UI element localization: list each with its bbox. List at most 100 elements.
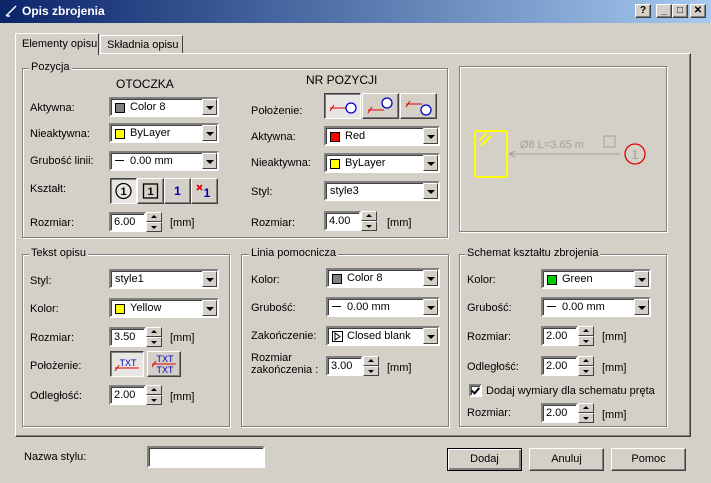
schemat-rozmiar2-input[interactable]: 2.00 (541, 403, 578, 423)
unit-label: [mm] (170, 391, 195, 403)
schemat-odleglosc-spinner[interactable] (578, 356, 594, 376)
schemat-grubosc-label: Grubość: (467, 302, 512, 314)
chevron-down-icon[interactable] (202, 153, 217, 169)
schemat-grubosc-select[interactable]: 0.00 mm (541, 297, 651, 317)
otoczka-nieaktywna-label: Nieaktywna: (30, 128, 90, 140)
rozmiar-zakonczenia-input[interactable]: 3.00 (326, 356, 363, 376)
line-weight-icon (115, 160, 124, 161)
otoczka-rozmiar-spinner[interactable] (146, 212, 162, 232)
text-position-split-button[interactable]: TXT TXT (147, 351, 181, 377)
grubosc-linii-label: Grubość linii: (30, 155, 94, 167)
nazwa-stylu-input[interactable] (147, 446, 265, 468)
shape-square-button[interactable]: 1 (137, 178, 164, 204)
dodaj-button[interactable]: Dodaj (447, 448, 522, 471)
tekst-odleglosc-input[interactable]: 2.00 (109, 385, 146, 405)
grubosc-linii-select[interactable]: 0.00 mm (109, 151, 219, 171)
app-icon (5, 5, 17, 17)
schemat-rozmiar2-spinner[interactable] (578, 403, 594, 423)
svg-text:TXT: TXT (157, 365, 175, 375)
chevron-down-icon[interactable] (423, 155, 438, 171)
shape-circle-button[interactable]: 1 (110, 178, 137, 204)
tab-skladnia-opisu[interactable]: Składnia opisu (100, 35, 183, 54)
chevron-down-icon[interactable] (423, 270, 438, 286)
position-left-button[interactable] (324, 93, 361, 119)
chevron-down-icon[interactable] (634, 271, 649, 287)
schemat-rozmiar-spinner[interactable] (578, 326, 594, 346)
chevron-down-icon[interactable] (423, 128, 438, 144)
otoczka-rozmiar-input[interactable]: 6.00 (109, 212, 146, 232)
text-position-inline-button[interactable]: TXT (110, 351, 144, 377)
chevron-down-icon[interactable] (423, 183, 438, 199)
tekst-odleglosc-spinner[interactable] (146, 385, 162, 405)
zakonczenie-label: Zakończenie: (251, 330, 317, 342)
color-swatch (547, 275, 557, 285)
shape-hidden-button[interactable]: 1 (191, 178, 218, 204)
svg-text:TXT: TXT (120, 358, 138, 368)
otoczka-heading: OTOCZKA (116, 77, 174, 91)
minimize-button[interactable]: _ (656, 4, 672, 18)
chevron-down-icon[interactable] (202, 271, 217, 287)
tekst-rozmiar-input[interactable]: 3.50 (109, 327, 146, 347)
tekst-kolor-select[interactable]: Yellow (109, 298, 219, 318)
tekst-rozmiar-spinner[interactable] (146, 327, 162, 347)
help-button[interactable]: ? (635, 4, 651, 18)
chevron-down-icon[interactable] (634, 299, 649, 315)
tekst-styl-select[interactable]: style1 (109, 269, 219, 289)
preview-number: 1 (631, 147, 638, 162)
rebar-preview: Ø8 L=3.65 m 1 (474, 130, 646, 178)
otoczka-aktywna-select[interactable]: Color 8 (109, 97, 219, 117)
schemat-odleglosc-label: Odległość: (467, 361, 519, 373)
nr-nieaktywna-label: Nieaktywna: (251, 157, 311, 169)
color-swatch (332, 274, 342, 284)
chevron-down-icon[interactable] (202, 300, 217, 316)
line-weight-icon (332, 306, 341, 307)
chevron-down-icon[interactable] (423, 299, 438, 315)
schemat-rozmiar-input[interactable]: 2.00 (541, 326, 578, 346)
shape-none-button[interactable]: 1 (164, 178, 191, 204)
rozmiar-zakonczenia-label-2: zakończenia : (251, 364, 319, 376)
nr-rozmiar-input[interactable]: 4.00 (324, 211, 361, 231)
chevron-down-icon[interactable] (202, 99, 217, 115)
otoczka-aktywna-label: Aktywna: (30, 102, 75, 114)
anuluj-button[interactable]: Anuluj (529, 448, 604, 471)
group-title-tekst-opisu: Tekst opisu (29, 247, 89, 259)
nr-nieaktywna-select[interactable]: ByLayer (324, 153, 440, 173)
group-title-schemat: Schemat kształtu zbrojenia (465, 247, 601, 259)
tekst-styl-label: Styl: (30, 275, 52, 287)
schemat-kolor-select[interactable]: Green (541, 269, 651, 289)
position-up-button[interactable] (362, 93, 399, 119)
nr-rozmiar-spinner[interactable] (361, 211, 377, 231)
pomoc-button[interactable]: Pomoc (611, 448, 686, 471)
linia-grubosc-select[interactable]: 0.00 mm (326, 297, 440, 317)
dodaj-wymiary-label[interactable]: Dodaj wymiary dla schematu pręta (486, 385, 655, 397)
tab-elementy-opisu[interactable]: Elementy opisu (15, 33, 99, 55)
otoczka-nieaktywna-select[interactable]: ByLayer (109, 123, 219, 143)
chevron-down-icon[interactable] (423, 328, 438, 344)
svg-text:1: 1 (147, 186, 153, 198)
svg-text:1: 1 (120, 186, 126, 198)
maximize-button[interactable]: □ (672, 4, 688, 18)
nr-aktywna-select[interactable]: Red (324, 126, 440, 146)
position-down-button[interactable] (400, 93, 437, 119)
nr-aktywna-label: Aktywna: (251, 131, 296, 143)
color-swatch (330, 159, 340, 169)
rozmiar-zakonczenia-label-1: Rozmiar (251, 352, 292, 364)
leader-left-icon (329, 102, 357, 114)
rozmiar-zakonczenia-spinner[interactable] (363, 356, 379, 376)
schemat-rozmiar2-label: Rozmiar: (467, 407, 512, 419)
schemat-odleglosc-input[interactable]: 2.00 (541, 356, 578, 376)
close-button[interactable]: ✕ (690, 4, 706, 18)
zakonczenie-select[interactable]: Closed blank (326, 326, 440, 346)
leader-up-icon (367, 97, 393, 114)
preview-label-text: Ø8 L=3.65 m (520, 139, 584, 151)
chevron-down-icon[interactable] (202, 125, 217, 141)
no-shape-icon: 1 (196, 184, 211, 200)
unit-label: [mm] (170, 217, 195, 229)
nr-rozmiar-label: Rozmiar: (251, 217, 296, 229)
dodaj-wymiary-checkbox[interactable] (469, 384, 482, 397)
nr-pozycji-heading: NR POZYCJI (306, 73, 378, 87)
linia-kolor-select[interactable]: Color 8 (326, 268, 440, 288)
title-bar[interactable]: Opis zbrojenia ? _ □ ✕ (0, 0, 711, 23)
unit-label: [mm] (602, 331, 627, 343)
nr-styl-select[interactable]: style3 (324, 181, 440, 201)
